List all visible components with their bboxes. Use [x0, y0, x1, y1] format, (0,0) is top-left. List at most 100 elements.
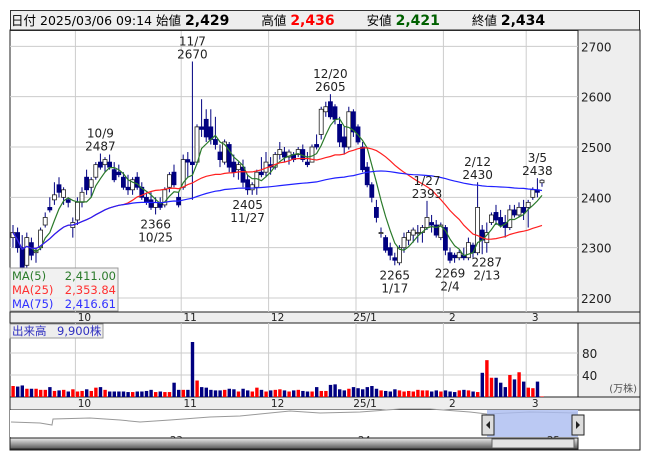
candle-body	[332, 106, 338, 120]
annotation-date: 1/27	[414, 174, 441, 188]
volume-bar	[462, 389, 466, 397]
candle-body	[327, 101, 333, 118]
volume-bar	[489, 377, 494, 397]
volume-bar	[370, 386, 374, 397]
volume-bar	[508, 375, 512, 397]
volume-bar	[531, 388, 535, 397]
volume-bar	[273, 389, 277, 397]
candle-body	[102, 159, 108, 166]
month-tick-label: 2	[449, 398, 456, 410]
annotation-price: 2287	[472, 256, 503, 270]
candle-body	[189, 161, 195, 166]
volume-bar	[411, 391, 415, 397]
month-tick-label: 11	[184, 312, 197, 324]
volume-bar	[204, 387, 208, 397]
candle-body	[378, 232, 384, 234]
volume-bar	[167, 392, 172, 397]
candle-body	[341, 136, 347, 148]
volume-bar	[66, 391, 70, 397]
candle-body	[364, 166, 370, 186]
candle-body	[98, 161, 103, 168]
volume-bar	[517, 372, 521, 397]
volume-bar	[499, 382, 503, 397]
month-tick-label: 25/1	[353, 398, 377, 410]
candle-body	[415, 232, 421, 234]
candle-body	[125, 186, 131, 191]
volume-bar	[71, 389, 75, 397]
chart-svg[interactable]: 10/92487236610/2511/72670240511/2712/202…	[0, 0, 653, 470]
volume-bar	[365, 387, 369, 397]
volume-bar	[209, 389, 213, 397]
candle-body	[424, 217, 430, 228]
candle-body	[318, 108, 324, 135]
volume-bar	[48, 387, 52, 397]
candle-body	[88, 179, 94, 188]
volume-bar	[522, 381, 526, 397]
volume-bar	[149, 389, 153, 397]
volume-bar	[430, 391, 434, 397]
volume-bar	[342, 390, 346, 397]
candle-body	[429, 222, 435, 226]
volume-bar	[218, 390, 222, 397]
candle-body	[406, 232, 412, 241]
candle-body	[171, 171, 177, 186]
volume-bar	[163, 392, 167, 397]
volume-bar	[356, 388, 360, 397]
volume-bar	[16, 386, 20, 397]
volume-bar	[89, 390, 93, 397]
candle-body	[383, 237, 389, 251]
volume-bar	[333, 384, 337, 397]
navigator-scrollbar-thumb[interactable]	[491, 438, 575, 449]
volume-label: 出来高	[12, 324, 47, 338]
candle-body	[235, 164, 241, 171]
annotation-price: 2487	[85, 140, 116, 154]
volume-bar	[351, 387, 356, 397]
volume-bar	[85, 389, 89, 397]
volume-bar	[425, 390, 429, 397]
volume-bar	[328, 384, 333, 397]
candle-body	[203, 118, 209, 138]
price-tick-label: 2300	[581, 242, 612, 256]
volume-bar	[269, 390, 273, 397]
annotation-price: 2438	[522, 164, 553, 178]
price-tick-label: 2600	[581, 91, 612, 105]
candle-body	[84, 176, 89, 191]
candle-body	[314, 144, 320, 148]
candle-body	[19, 247, 25, 269]
candle-body	[516, 207, 522, 216]
ma75-value: 2,416.61	[65, 297, 116, 311]
volume-bar	[11, 386, 15, 397]
volume-bar	[310, 391, 314, 397]
volume-bar	[241, 388, 245, 397]
volume-bar	[29, 388, 34, 397]
volume-bar	[181, 389, 185, 397]
volume-bar	[112, 391, 116, 397]
volume-bar	[121, 391, 126, 397]
candle-body	[498, 217, 504, 226]
volume-bar	[301, 390, 305, 397]
annotation-date: 1/17	[381, 281, 408, 295]
date-axis-bottom	[9, 396, 641, 411]
month-tick-label: 11	[184, 398, 197, 410]
volume-bar	[223, 389, 227, 397]
volume-bar	[292, 390, 296, 397]
candle-body	[493, 212, 499, 221]
volume-bar	[448, 391, 452, 397]
candle-body	[447, 252, 453, 261]
candle-body	[401, 237, 407, 249]
range-navigator[interactable]: 23 24 25	[9, 408, 585, 450]
volume-bar	[443, 390, 448, 397]
volume-bar	[420, 390, 425, 397]
volume-bar	[259, 389, 264, 397]
volume-bar	[236, 391, 241, 397]
volume-bar	[25, 388, 29, 397]
navigator-selection[interactable]	[487, 410, 578, 437]
ma5-label: MA(5)	[12, 269, 46, 283]
volume-bar	[103, 389, 107, 397]
volume-unit: (万株)	[609, 382, 637, 395]
candle-body	[143, 196, 149, 203]
volume-bar	[494, 377, 498, 397]
volume-bar	[347, 388, 351, 397]
volume-bar	[338, 389, 342, 397]
volume-bar	[540, 396, 544, 397]
